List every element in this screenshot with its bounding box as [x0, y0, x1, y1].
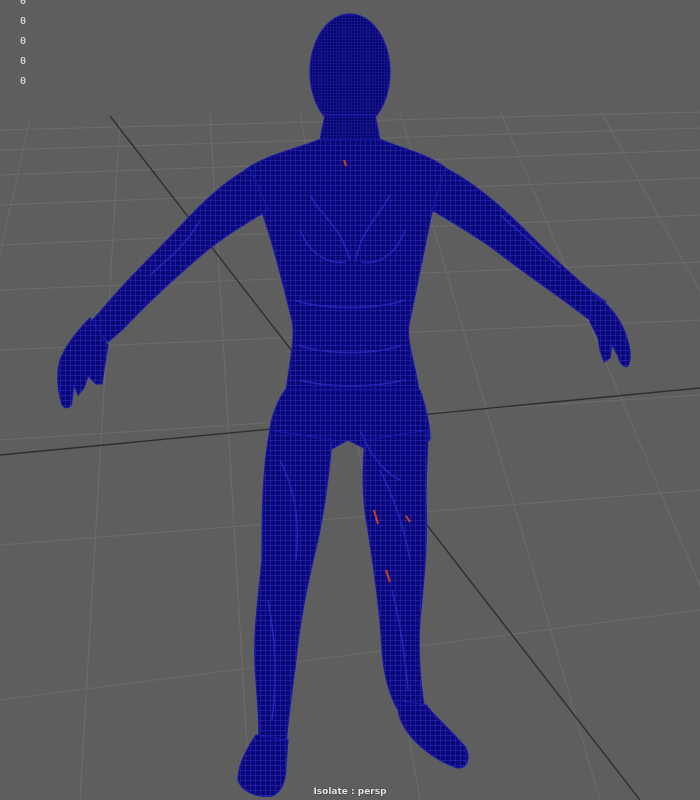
mesh-left-leg[interactable] [254, 429, 333, 746]
viewport-scene[interactable] [0, 0, 700, 800]
perspective-viewport[interactable]: 0 0 0 0 0 Isolate : persp [0, 0, 700, 800]
hud-readout: 0 0 0 0 0 [20, 0, 26, 92]
mesh-right-leg[interactable] [362, 429, 429, 711]
hud-value: 0 [20, 0, 27, 7]
mesh-head[interactable] [309, 13, 391, 131]
camera-label: Isolate : persp [313, 787, 387, 797]
mesh-right-hand[interactable] [589, 293, 631, 368]
hud-value: 0 [20, 36, 27, 47]
hud-value: 0 [20, 76, 27, 87]
mesh-right-arm[interactable] [431, 167, 607, 321]
mesh-right-foot[interactable] [397, 699, 469, 769]
hud-value: 0 [20, 16, 27, 27]
hud-value: 0 [20, 56, 27, 67]
mesh-torso[interactable] [239, 139, 455, 401]
